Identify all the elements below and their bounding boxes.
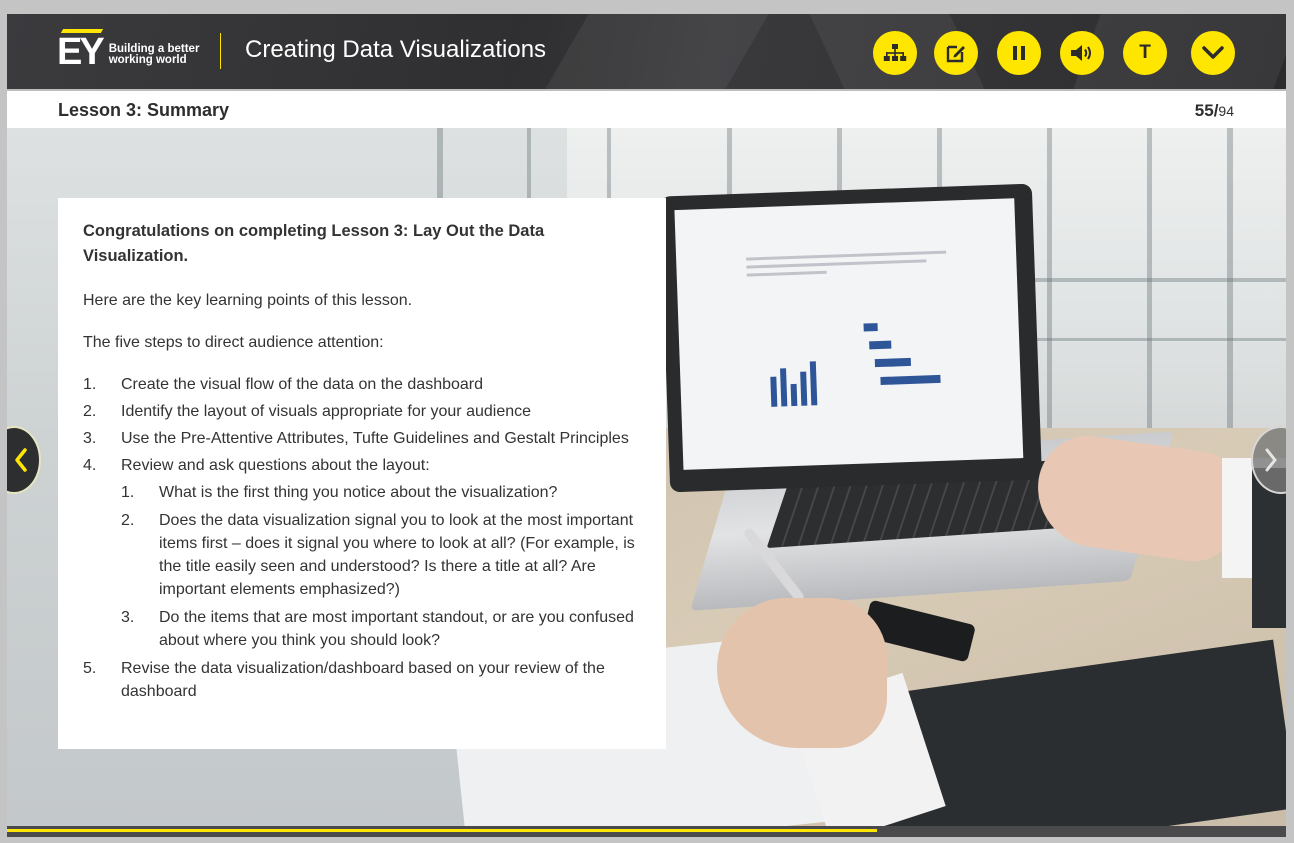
list-item: 5. Revise the data visualization/dashboa… (83, 660, 605, 700)
chevron-right-icon (1265, 448, 1277, 472)
summary-card: Congratulations on completing Lesson 3: … (58, 198, 666, 749)
list-item: 1. Create the visual flow of the data on… (83, 376, 484, 393)
notes-button[interactable] (934, 31, 978, 75)
sitemap-icon (883, 44, 907, 61)
sub-list-item: 3. Do the items that are most important … (121, 609, 634, 649)
speaker-icon (1071, 45, 1091, 61)
pause-button[interactable] (997, 31, 1041, 75)
course-title: Creating Data Visualizations (245, 36, 547, 63)
menu-structure-button[interactable] (873, 31, 917, 75)
logo-beam (60, 29, 104, 33)
slide-stage: Congratulations on completing Lesson 3: … (7, 128, 1286, 826)
logo-mark: EY (57, 29, 105, 73)
page-total: 94 (1218, 103, 1234, 119)
chevron-down-icon (1202, 46, 1224, 59)
header-bar: EY Building a better working world Creat… (7, 14, 1286, 89)
steps-heading: The five steps to direct audience attent… (83, 334, 384, 351)
pause-icon (1013, 46, 1025, 60)
substeps-list: 1. What is the first thing you notice ab… (121, 481, 640, 652)
intro-heading: Congratulations on completing Lesson 3: … (83, 222, 545, 265)
course-player: EY Building a better working world Creat… (7, 14, 1286, 837)
steps-list: 1. Create the visual flow of the data on… (83, 373, 640, 703)
progress-fill (7, 829, 877, 832)
lesson-title: Lesson 3: Summary (58, 100, 230, 120)
lead-text: Here are the key learning points of this… (83, 292, 413, 309)
sub-list-item: 2. Does the data visualization signal yo… (121, 512, 635, 598)
audio-button[interactable] (1060, 31, 1104, 75)
list-item: 4. Review and ask questions about the la… (83, 454, 640, 652)
sub-list-item: 1. What is the first thing you notice ab… (121, 484, 558, 501)
tagline-line-2: working world (108, 54, 187, 66)
ey-logo: EY Building a better working world (57, 29, 200, 73)
edit-note-icon (946, 45, 965, 63)
chevron-left-icon (15, 448, 27, 472)
lesson-bar: Lesson 3: Summary 55/94 (7, 89, 1286, 128)
page-counter: 55/94 (1195, 101, 1234, 121)
list-item: 3. Use the Pre-Attentive Attributes, Tuf… (83, 430, 629, 447)
progress-bar[interactable] (7, 826, 1286, 837)
more-button[interactable] (1191, 31, 1235, 75)
header-divider (220, 33, 221, 69)
logo-tagline: Building a better working world (108, 43, 200, 66)
t-letter-icon: T (1139, 42, 1151, 63)
transcript-button[interactable]: T (1123, 31, 1167, 75)
page-current: 55/ (1194, 101, 1219, 120)
list-item: 2. Identify the layout of visuals approp… (83, 403, 532, 420)
